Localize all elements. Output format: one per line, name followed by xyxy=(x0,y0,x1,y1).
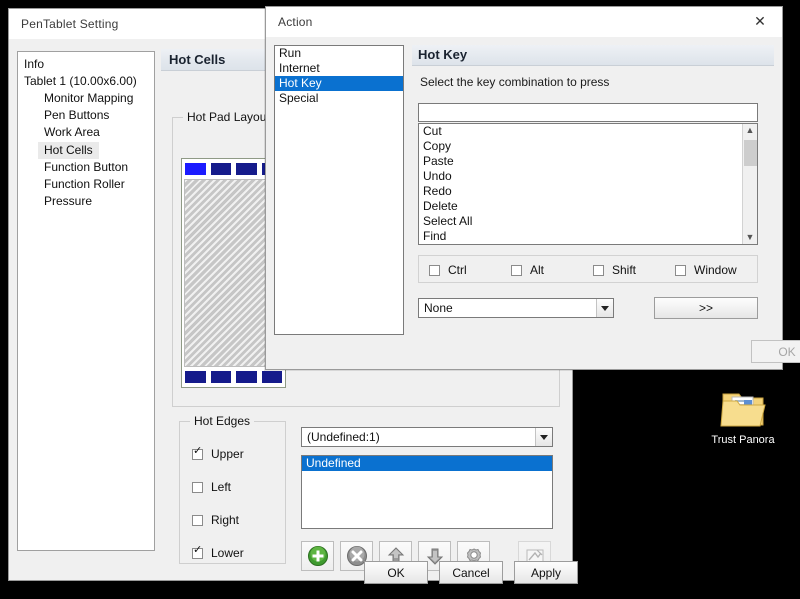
tree-item-hot-cells[interactable]: Hot Cells xyxy=(38,142,99,159)
checkbox-left[interactable]: Left xyxy=(192,480,231,494)
list-item[interactable]: Undo xyxy=(419,169,757,184)
action-ok-button: OK xyxy=(751,340,800,363)
action-dialog-title: Action xyxy=(278,14,313,29)
list-item[interactable]: Select All xyxy=(419,214,757,229)
action-titlebar: Action ✕ xyxy=(266,7,782,37)
checkbox-ctrl[interactable]: Ctrl xyxy=(429,263,467,277)
tree-item-pressure[interactable]: Pressure xyxy=(18,193,154,210)
action-combo[interactable]: (Undefined:1) xyxy=(301,427,553,447)
tree-item-function-button[interactable]: Function Button xyxy=(18,159,154,176)
hot-pad-layout-legend: Hot Pad Layout xyxy=(183,110,274,124)
action-combo-value: (Undefined:1) xyxy=(307,430,380,444)
chevron-down-icon[interactable] xyxy=(596,299,613,317)
checkbox-alt-label: Alt xyxy=(530,263,545,277)
pentablet-window-title: PenTablet Setting xyxy=(21,16,119,31)
hot-key-list-scrollbar[interactable]: ▲ ▼ xyxy=(742,124,757,244)
hot-pad-bottom-row xyxy=(184,370,283,384)
apply-button[interactable]: Apply xyxy=(514,561,578,584)
list-item[interactable]: Replace xyxy=(419,244,757,245)
tree-item-function-roller[interactable]: Function Roller xyxy=(18,176,154,193)
key-combo[interactable]: None xyxy=(418,298,614,318)
list-item[interactable]: Delete xyxy=(419,199,757,214)
list-item[interactable]: Find xyxy=(419,229,757,244)
list-item[interactable]: Paste xyxy=(419,154,757,169)
checkbox-left-label: Left xyxy=(211,480,232,494)
tree-item-work-area[interactable]: Work Area xyxy=(18,124,154,141)
plus-circle-icon xyxy=(307,546,328,566)
key-combo-value: None xyxy=(424,301,453,315)
scrollbar-thumb[interactable] xyxy=(744,140,757,166)
checkbox-left-box[interactable] xyxy=(192,481,203,493)
checkbox-right-label: Right xyxy=(211,513,240,527)
chevron-down-icon[interactable] xyxy=(535,428,552,446)
hot-cell-bottom-4[interactable] xyxy=(260,370,283,384)
hot-cell-bottom-3[interactable] xyxy=(235,370,258,384)
checkbox-upper[interactable]: Upper xyxy=(192,446,244,461)
chevron-up-icon[interactable]: ▲ xyxy=(746,124,755,137)
checkbox-alt-box[interactable] xyxy=(511,264,522,276)
hot-key-hint: Select the key combination to press xyxy=(420,75,610,89)
checkbox-ctrl-label: Ctrl xyxy=(448,263,467,277)
add-button[interactable] xyxy=(301,541,334,571)
category-item-run[interactable]: Run xyxy=(275,46,403,61)
tree-item-tablet[interactable]: Tablet 1 (10.00x6.00) xyxy=(18,73,154,90)
checkbox-lower-label: Lower xyxy=(211,546,244,560)
close-icon[interactable]: ✕ xyxy=(738,7,782,36)
cancel-button[interactable]: Cancel xyxy=(439,561,503,584)
more-button[interactable]: >> xyxy=(654,297,758,319)
checkbox-right-box[interactable] xyxy=(192,514,203,526)
modifier-group: Ctrl Alt Shift Window xyxy=(418,255,758,283)
checkbox-alt[interactable]: Alt xyxy=(511,263,544,277)
checkbox-window-label: Window xyxy=(694,263,737,277)
hot-key-input[interactable] xyxy=(418,103,758,122)
hot-cell-top-2[interactable] xyxy=(209,162,232,176)
action-dialog: Action ✕ Run Internet Hot Key Special Ho… xyxy=(265,6,800,370)
hot-edges-group: Hot Edges Upper Left Right Lower xyxy=(179,414,286,564)
checkbox-shift-box[interactable] xyxy=(593,264,604,276)
folder-icon xyxy=(719,388,767,430)
action-category-list[interactable]: Run Internet Hot Key Special xyxy=(274,45,404,335)
hot-cell-bottom-1[interactable] xyxy=(184,370,207,384)
desktop-icon-label: Trust Panora xyxy=(711,434,775,446)
checkbox-ctrl-box[interactable] xyxy=(429,264,440,276)
category-item-hot-key[interactable]: Hot Key xyxy=(275,76,403,91)
hot-key-panel-header: Hot Key xyxy=(412,45,774,66)
checkbox-upper-box[interactable] xyxy=(192,446,203,460)
list-item[interactable]: Redo xyxy=(419,184,757,199)
hot-cell-bottom-2[interactable] xyxy=(209,370,232,384)
action-listbox[interactable]: Undefined xyxy=(301,455,553,529)
ok-button[interactable]: OK xyxy=(364,561,428,584)
tree-item-info[interactable]: Info xyxy=(18,56,154,73)
list-item[interactable]: Cut xyxy=(419,124,757,139)
hot-key-listbox[interactable]: Cut Copy Paste Undo Redo Delete Select A… xyxy=(418,123,758,245)
list-item[interactable]: Undefined xyxy=(302,456,552,471)
settings-tree[interactable]: Info Tablet 1 (10.00x6.00) Monitor Mappi… xyxy=(17,51,155,551)
hot-key-panel-title: Hot Key xyxy=(418,47,468,62)
checkbox-window-box[interactable] xyxy=(675,264,686,276)
tree-item-pen-buttons[interactable]: Pen Buttons xyxy=(18,107,154,124)
checkbox-shift[interactable]: Shift xyxy=(593,263,636,277)
category-item-internet[interactable]: Internet xyxy=(275,61,403,76)
hot-cell-top-3[interactable] xyxy=(235,162,258,176)
list-item[interactable]: Copy xyxy=(419,139,757,154)
hot-edges-legend: Hot Edges xyxy=(190,414,255,428)
checkbox-lower-box[interactable] xyxy=(192,545,203,559)
tree-item-monitor-mapping[interactable]: Monitor Mapping xyxy=(18,90,154,107)
category-item-special[interactable]: Special xyxy=(275,91,403,106)
checkbox-lower[interactable]: Lower xyxy=(192,545,244,560)
desktop-background: Trust Panora PenTablet Setting Info Tabl… xyxy=(0,0,800,599)
checkbox-upper-label: Upper xyxy=(211,447,244,461)
checkbox-shift-label: Shift xyxy=(612,263,637,277)
hot-cell-top-1[interactable] xyxy=(184,162,207,176)
desktop-icon-trust-panora[interactable]: Trust Panora xyxy=(700,388,786,447)
chevron-down-icon[interactable]: ▼ xyxy=(746,231,755,244)
checkbox-window[interactable]: Window xyxy=(675,263,737,277)
checkbox-right[interactable]: Right xyxy=(192,513,239,527)
